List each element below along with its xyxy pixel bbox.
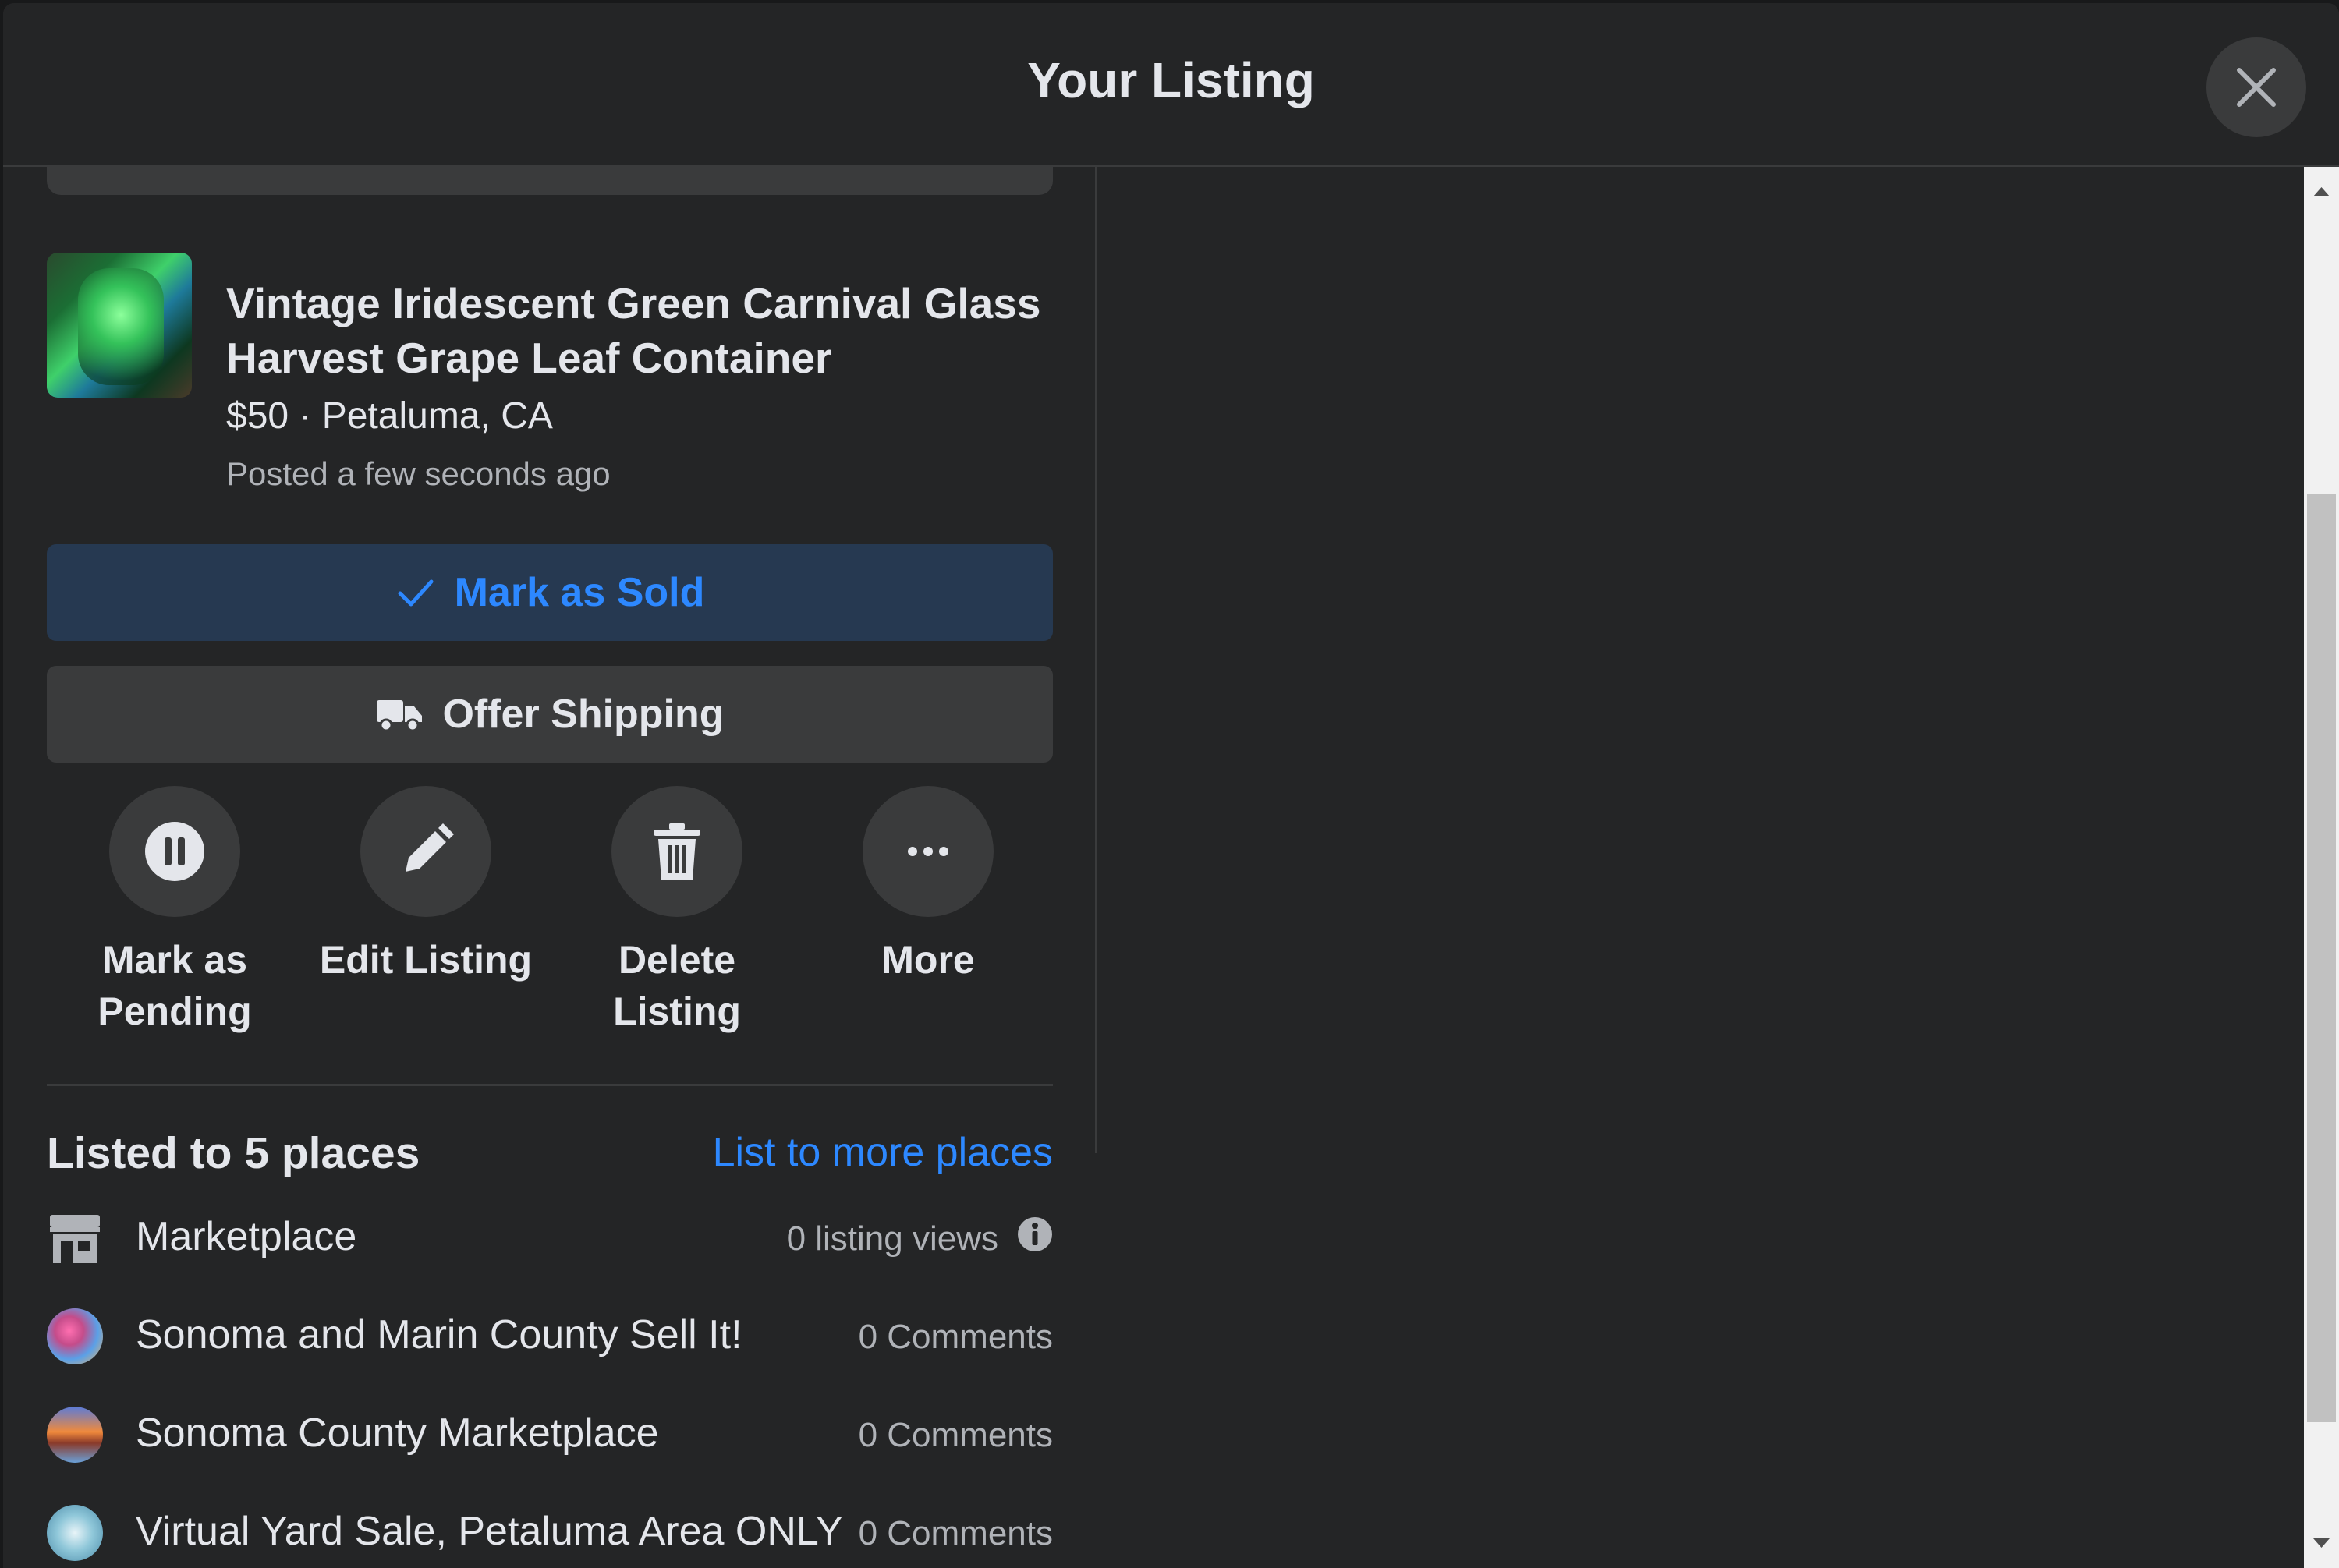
mark-as-sold-button[interactable]: Mark as Sold — [47, 544, 1053, 641]
listed-places-heading: Listed to 5 places — [47, 1128, 420, 1178]
pencil-icon — [406, 823, 454, 872]
place-row-group[interactable]: Sonoma and Marin County Sell It! 0 Comme… — [47, 1302, 1053, 1372]
storefront-icon — [50, 1215, 100, 1263]
place-name: Virtual Yard Sale, Petaluma Area ONLY — [136, 1509, 843, 1554]
offer-shipping-label: Offer Shipping — [442, 692, 725, 737]
truck-icon — [377, 700, 423, 732]
more-label: More — [881, 938, 975, 982]
more-icon — [908, 847, 948, 856]
listing-thumbnail[interactable] — [47, 253, 192, 398]
offer-shipping-button[interactable]: Offer Shipping — [47, 666, 1053, 763]
close-icon — [2237, 68, 2276, 107]
modal-title: Your Listing — [1027, 52, 1315, 108]
comments-count: 0 Comments — [858, 1514, 1053, 1552]
mark-as-pending-label: Mark as Pending — [97, 938, 252, 1033]
place-name: Marketplace — [136, 1214, 357, 1259]
edit-listing-button[interactable] — [360, 786, 491, 917]
delete-listing-action[interactable]: Delete Listing — [560, 786, 794, 1037]
place-row-group[interactable]: Sonoma County Marketplace 0 Comments — [47, 1400, 1053, 1471]
edit-listing-label: Edit Listing — [319, 938, 533, 982]
info-icon[interactable] — [1017, 1216, 1053, 1252]
edit-listing-action[interactable]: Edit Listing — [309, 786, 543, 986]
close-button[interactable] — [2206, 37, 2306, 137]
previous-content-edge — [47, 167, 1053, 195]
scrollbar-thumb[interactable] — [2307, 494, 2336, 1422]
mark-as-sold-label: Mark as Sold — [454, 570, 705, 615]
more-action[interactable]: More — [811, 786, 1045, 986]
delete-listing-button[interactable] — [611, 786, 742, 917]
comments-count: 0 Comments — [858, 1416, 1053, 1454]
checkmark-icon — [398, 579, 434, 607]
scrollbar[interactable] — [2304, 167, 2339, 1568]
glass-container-image — [78, 268, 164, 385]
listing-panel: Vintage Iridescent Green Carnival Glass … — [3, 167, 1095, 1568]
listing-views-count: 0 listing views — [786, 1219, 998, 1258]
scroll-down-arrow-icon[interactable] — [2304, 1525, 2339, 1560]
delete-listing-label: Delete Listing — [613, 938, 741, 1033]
panel-divider — [1095, 167, 1097, 1153]
group-avatar — [47, 1505, 103, 1561]
mark-as-pending-button[interactable] — [109, 786, 240, 917]
place-row-marketplace[interactable]: Marketplace 0 listing views — [47, 1204, 1053, 1274]
place-name: Sonoma and Marin County Sell It! — [136, 1312, 742, 1357]
listing-price-location: $50 · Petaluma, CA — [226, 395, 553, 437]
listing-posted-time: Posted a few seconds ago — [226, 455, 611, 492]
mark-as-pending-action[interactable]: Mark as Pending — [58, 786, 292, 1037]
place-row-group[interactable]: Virtual Yard Sale, Petaluma Area ONLY 0 … — [47, 1499, 1053, 1568]
comments-count: 0 Comments — [858, 1318, 1053, 1356]
pause-icon — [145, 822, 204, 881]
modal-header: Your Listing — [3, 3, 2339, 167]
scroll-up-arrow-icon[interactable] — [2304, 175, 2339, 210]
trash-icon — [654, 823, 700, 880]
listing-modal: Your Listing Vintage Iridescent Green Ca… — [3, 3, 2339, 1568]
list-to-more-places-link[interactable]: List to more places — [713, 1129, 1053, 1176]
more-button[interactable] — [863, 786, 994, 917]
place-name: Sonoma County Marketplace — [136, 1410, 659, 1456]
listing-title[interactable]: Vintage Iridescent Green Carnival Glass … — [226, 276, 1053, 385]
section-divider — [47, 1084, 1053, 1086]
group-avatar — [47, 1308, 103, 1364]
group-avatar — [47, 1407, 103, 1463]
